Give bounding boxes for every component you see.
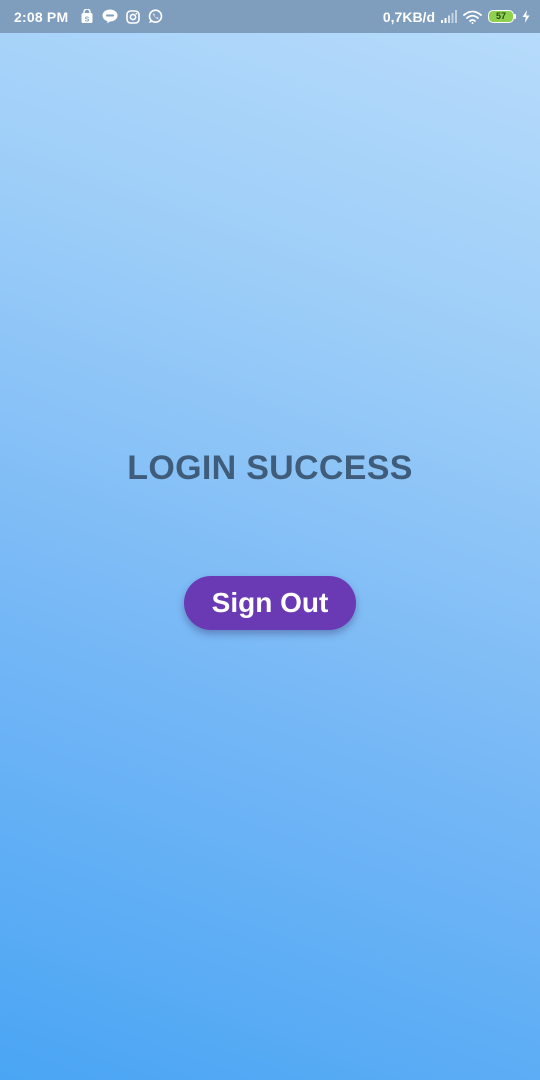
svg-text:S: S (85, 17, 90, 24)
battery-tip (514, 14, 516, 19)
network-speed: 0,7KB/d (382, 8, 435, 25)
charging-icon (522, 10, 530, 23)
status-bar-left: 2:08 PM S (14, 9, 163, 25)
line-chat-icon (102, 9, 118, 24)
battery-icon: 57 (488, 10, 516, 23)
signal-icon (441, 10, 457, 23)
login-success-title: LOGIN SUCCESS (127, 449, 413, 487)
status-time: 2:08 PM (14, 8, 69, 25)
status-bar: 2:08 PM S 0,7KB/d 57 (0, 0, 540, 33)
status-bar-right: 0,7KB/d 57 (383, 9, 530, 25)
shopping-bag-icon: S (80, 9, 94, 24)
instagram-icon (126, 9, 141, 24)
whatsapp-icon (148, 9, 163, 24)
battery-level: 57 (488, 10, 514, 23)
sign-out-button[interactable]: Sign Out (184, 576, 356, 630)
wifi-icon (463, 10, 482, 24)
